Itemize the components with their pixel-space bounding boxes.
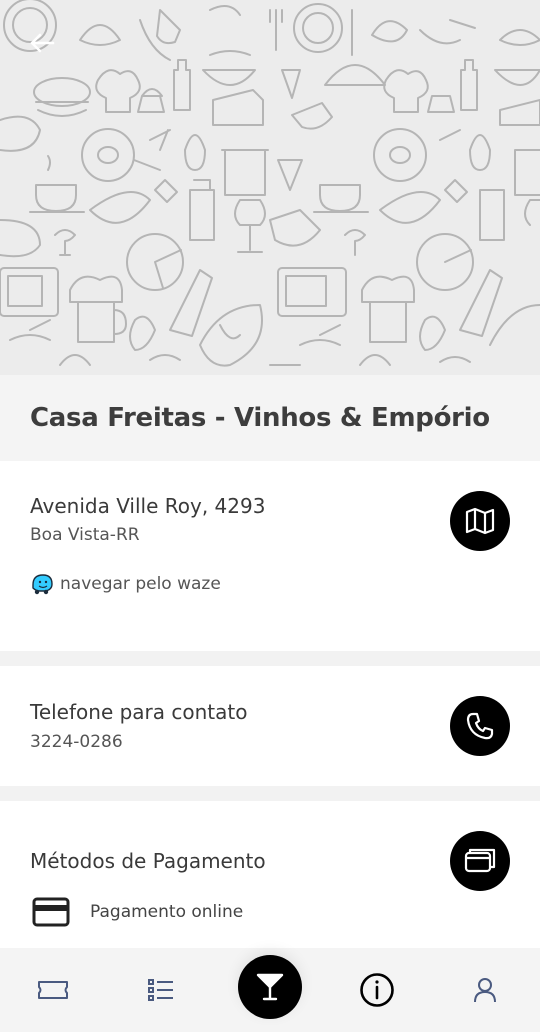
nav-info[interactable] <box>355 970 399 1010</box>
contact-title: Telefone para contato <box>30 700 248 724</box>
waze-icon <box>32 574 53 595</box>
address-card: Avenida Ville Roy, 4293 Boa Vista-RR nav… <box>0 461 540 651</box>
payment-method-item: Pagamento online <box>32 897 243 927</box>
store-header: Casa Freitas - Vinhos & Empório <box>0 375 540 461</box>
payment-card: Métodos de Pagamento Pagamento online <box>0 801 540 951</box>
store-name: Casa Freitas - Vinhos & Empório <box>30 403 490 433</box>
nav-profile[interactable] <box>463 970 507 1010</box>
phone-icon <box>466 712 494 740</box>
back-button[interactable] <box>22 26 62 60</box>
nav-tickets[interactable] <box>31 970 75 1010</box>
address-city: Boa Vista-RR <box>30 525 140 545</box>
payment-methods-button[interactable] <box>450 831 510 891</box>
wallet-icon <box>464 848 496 873</box>
cocktail-icon <box>256 973 284 1001</box>
info-icon <box>360 973 394 1007</box>
map-icon <box>465 507 495 535</box>
payment-title: Métodos de Pagamento <box>30 849 266 873</box>
nav-menu-list[interactable] <box>139 970 183 1010</box>
credit-card-icon <box>32 897 70 927</box>
list-icon <box>148 979 173 1001</box>
food-pattern-image <box>0 0 540 367</box>
nav-drinks[interactable] <box>238 955 302 1019</box>
contact-phone: 3224-0286 <box>30 732 123 752</box>
open-map-button[interactable] <box>450 491 510 551</box>
contact-card: Telefone para contato 3224-0286 <box>0 666 540 786</box>
payment-method-label: Pagamento online <box>90 902 244 922</box>
arrow-left-icon <box>30 33 55 53</box>
hero-banner <box>0 0 540 375</box>
waze-navigation-link[interactable]: navegar pelo waze <box>30 572 221 596</box>
address-street: Avenida Ville Roy, 4293 <box>30 494 266 518</box>
waze-label: navegar pelo waze <box>60 574 221 594</box>
bottom-navigation <box>0 948 540 1032</box>
call-button[interactable] <box>450 696 510 756</box>
user-icon <box>474 978 496 1003</box>
ticket-icon <box>38 981 68 999</box>
